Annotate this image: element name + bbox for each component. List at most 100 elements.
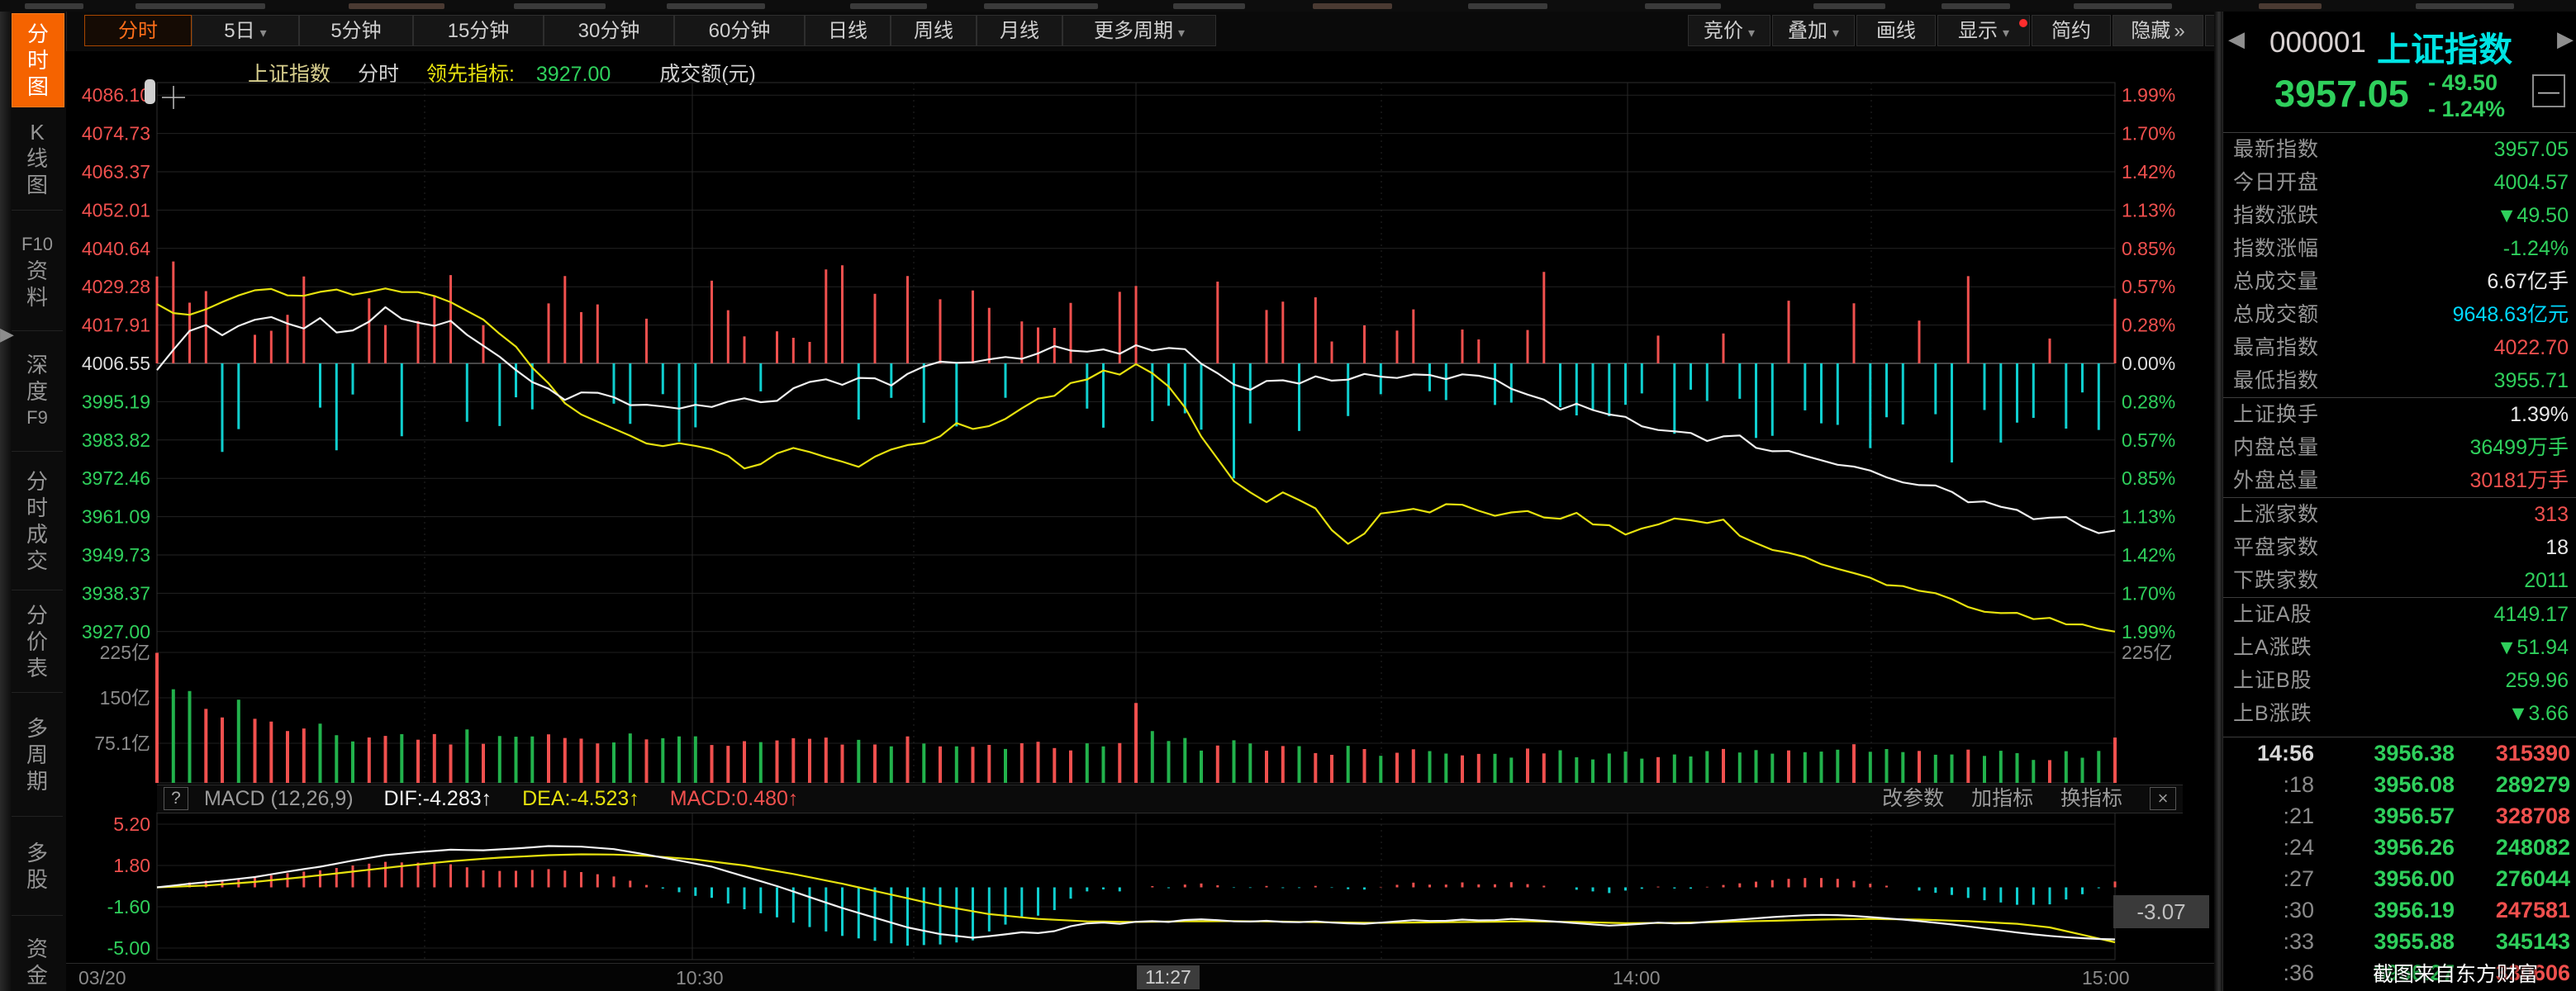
prev-stock-arrow-icon[interactable]: ◀: [2228, 26, 2245, 52]
indicator-help-icon[interactable]: ?: [164, 787, 188, 810]
panel-splitter[interactable]: [2214, 12, 2222, 991]
close-indicator-icon[interactable]: ×: [2150, 787, 2176, 810]
tick-row[interactable]: :333955.88345143: [2223, 926, 2576, 957]
axis-label: 1.99%: [2122, 84, 2175, 106]
next-stock-arrow-icon[interactable]: ▶: [2557, 26, 2574, 52]
clipped-menu-fragment: [667, 3, 765, 9]
toolbar-button-overlay[interactable]: 叠加▾: [1772, 15, 1855, 46]
sidebar-item-2[interactable]: F10资料: [12, 211, 63, 331]
chevron-down-icon: ▾: [260, 26, 267, 40]
tab-period-8[interactable]: 月线: [977, 15, 1062, 46]
watermark: 截图来自东方财富: [2373, 958, 2538, 988]
sidebar-item-label: 深: [26, 352, 48, 378]
tick-row[interactable]: :213956.57328708: [2223, 800, 2576, 832]
tick-price: 3956.26: [2314, 832, 2455, 863]
period-toolbar: 分时5日▾ 5分钟 15分钟30分钟60分钟日线周线月线更多周期▾ 竞价▾叠加▾画线显…: [66, 12, 2222, 52]
sidebar-item-6[interactable]: 多周期: [12, 694, 63, 817]
axis-label: 225亿: [100, 642, 150, 663]
chart-canvas[interactable]: 4086.104074.734063.374052.014040.644029.…: [66, 51, 2222, 991]
tick-list[interactable]: 14:563956.38315390:183956.08289279:21395…: [2223, 737, 2576, 991]
tick-row[interactable]: 14:563956.38315390: [2223, 737, 2576, 769]
sidebar-item-label: 分: [26, 602, 48, 628]
axis-label: 150亿: [100, 687, 150, 709]
sidebar-item-label: F9: [26, 405, 48, 431]
toolbar-button-auction[interactable]: 竞价▾: [1688, 15, 1770, 46]
tick-row[interactable]: :273956.00276044: [2223, 863, 2576, 894]
intraday-chart-region[interactable]: 上证指数 分时 领先指标:3927.00 成交额(元) 4086.104074.…: [66, 51, 2222, 991]
add-indicator-button[interactable]: 加指标: [1971, 787, 2033, 810]
axis-label: 3995.19: [82, 391, 150, 412]
sidebar-item-4[interactable]: 分时成交: [12, 453, 63, 590]
stat-label: 指数涨幅: [2233, 232, 2319, 265]
sidebar-item-8[interactable]: 资金: [12, 917, 63, 991]
axis-label: 3927.00: [82, 621, 150, 642]
axis-label: 4006.55: [82, 353, 150, 374]
axis-label: 0.85%: [2122, 238, 2175, 259]
sidebar-item-label: F10: [21, 231, 53, 258]
stat-row: 总成交额9648.63亿元: [2223, 298, 2576, 331]
stat-row: 平盘家数18: [2223, 531, 2576, 564]
stat-value: 4022.70: [2494, 331, 2569, 364]
tick-time: :21: [2223, 800, 2314, 832]
button-label: 显示: [1958, 20, 1998, 42]
sidebar-item-3[interactable]: 深度F9: [12, 332, 63, 452]
collapse-panel-button[interactable]: —: [2532, 74, 2565, 107]
time-axis-label: 03/20: [78, 967, 126, 989]
axis-label: 4040.64: [82, 238, 150, 259]
stat-label: 平盘家数: [2233, 531, 2319, 564]
tab-period-6[interactable]: 日线: [805, 15, 891, 46]
switch-indicator-button[interactable]: 换指标: [2060, 787, 2122, 810]
tab-period-2[interactable]: 5分钟: [299, 15, 413, 46]
sidebar-item-5[interactable]: 分价表: [12, 591, 63, 693]
tab-period-1[interactable]: 5日▾: [192, 15, 299, 46]
tab-period-5[interactable]: 60分钟: [674, 15, 805, 46]
axis-label: 1.42%: [2122, 161, 2175, 183]
sidebar-item-label: 金: [26, 962, 48, 989]
stat-row: 下跌家数2011: [2223, 564, 2576, 598]
tab-label: 5分钟: [330, 20, 381, 42]
toolbar-button-drawline[interactable]: 画线: [1856, 15, 1936, 46]
tick-row[interactable]: :183956.08289279: [2223, 769, 2576, 800]
sidebar-scroll-rail[interactable]: [0, 12, 11, 991]
toolbar-button-hide[interactable]: 隐藏»: [2113, 15, 2203, 46]
tab-period-4[interactable]: 30分钟: [544, 15, 674, 46]
tab-period-7[interactable]: 周线: [891, 15, 977, 46]
sidebar-item-label: 成: [26, 521, 48, 548]
stat-row: 外盘总量30181万手: [2223, 464, 2576, 498]
toolbar-button-display[interactable]: 显示 ▾: [1937, 15, 2030, 46]
clipped-menu-fragment: [2074, 3, 2172, 9]
sidebar-item-7[interactable]: 多股: [12, 818, 63, 916]
sidebar-item-0[interactable]: 分时图: [12, 13, 64, 107]
change-params-button[interactable]: 改参数: [1882, 787, 1944, 810]
sidebar-item-label: 图: [27, 73, 49, 100]
stat-value: ▼49.50: [2497, 199, 2569, 232]
time-axis-label: 10:30: [676, 967, 724, 989]
stat-value: 4149.17: [2494, 598, 2569, 631]
stat-label: 下跌家数: [2233, 564, 2319, 597]
stat-row: 上证A股4149.17: [2223, 598, 2576, 631]
tick-row[interactable]: :243956.26248082: [2223, 832, 2576, 863]
tick-time: :30: [2223, 894, 2314, 926]
tab-period-9[interactable]: 更多周期▾: [1062, 15, 1216, 46]
tick-volume: 247581: [2455, 894, 2576, 926]
tick-volume: 328708: [2455, 800, 2576, 832]
sidebar-item-label: 表: [26, 655, 48, 681]
stat-label: 外盘总量: [2233, 464, 2319, 497]
stat-label: 最新指数: [2233, 133, 2319, 166]
sidebar-collapse-arrow-icon[interactable]: ▶: [0, 320, 13, 349]
stat-row: 总成交量6.67亿手: [2223, 265, 2576, 298]
sidebar-item-1[interactable]: K线图: [12, 107, 63, 211]
toolbar-button-simple[interactable]: 简约: [2032, 15, 2111, 46]
axis-label: 3983.82: [82, 429, 150, 451]
tab-period-3[interactable]: 15分钟: [413, 15, 544, 46]
clipped-menu-fragment: [1468, 3, 1547, 9]
tab-fenshi[interactable]: 分时: [84, 15, 192, 46]
tick-row[interactable]: :303956.19247581: [2223, 894, 2576, 926]
stat-row: 上证换手1.39%: [2223, 398, 2576, 431]
stat-row: 指数涨跌▼49.50: [2223, 199, 2576, 232]
notification-dot-icon: [2019, 19, 2027, 27]
macd-last-value-badge: -3.07: [2113, 895, 2209, 928]
chevron-down-icon: ▾: [2003, 26, 2009, 40]
last-price: 3957.05: [2274, 73, 2409, 116]
axis-label: -1.60: [107, 896, 150, 918]
